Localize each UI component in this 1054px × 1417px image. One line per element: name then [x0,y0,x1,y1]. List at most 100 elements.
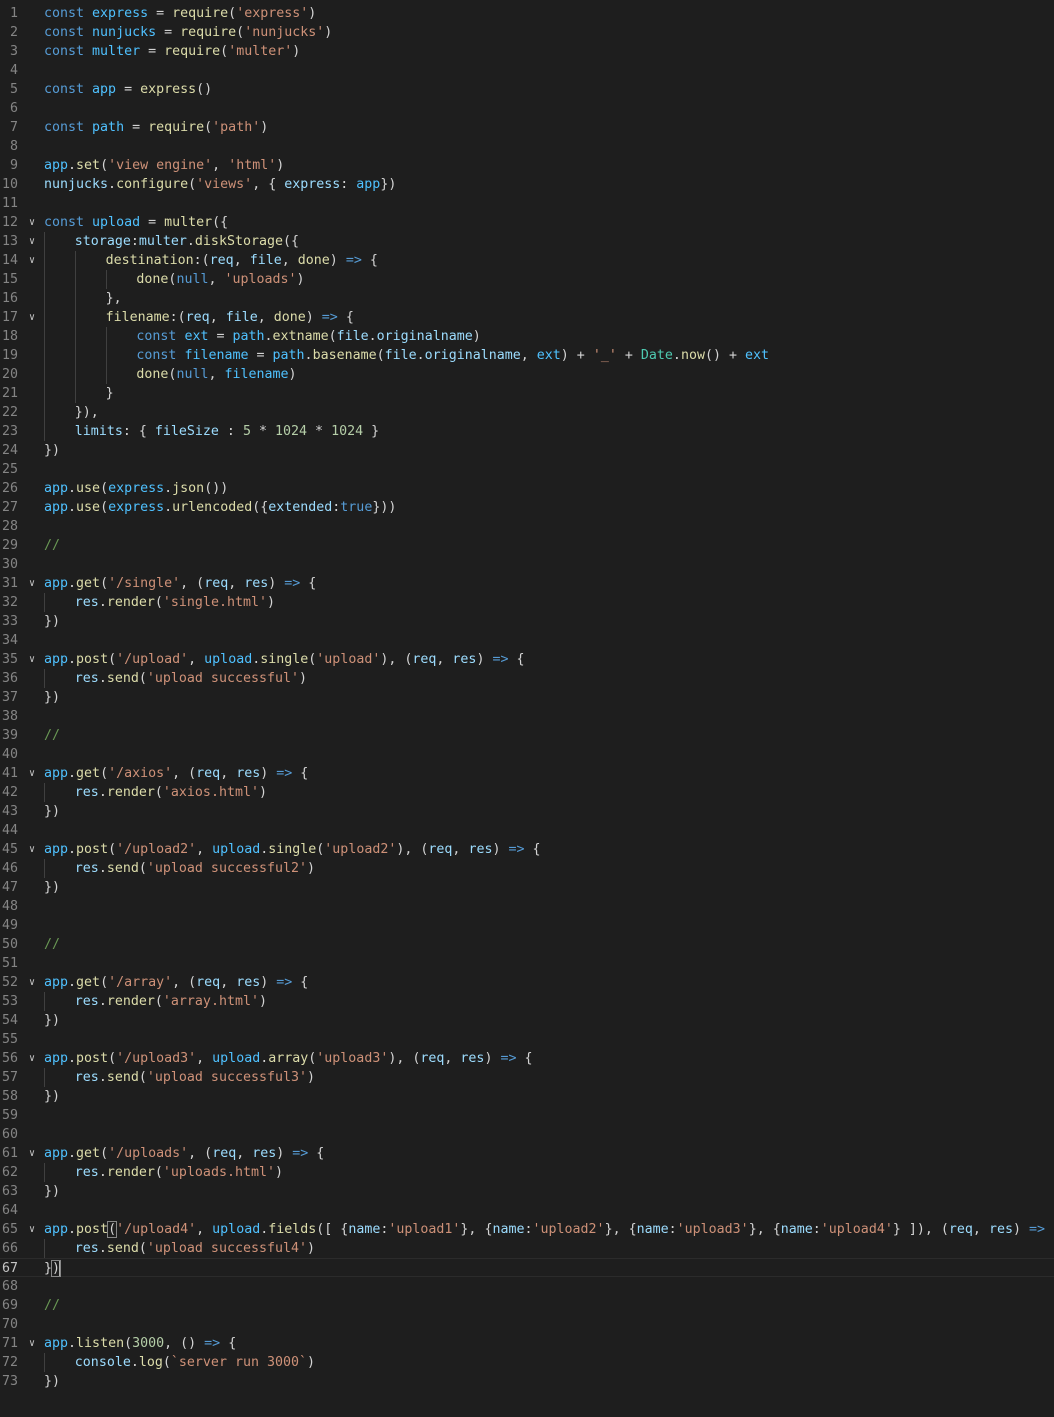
line-number: 49 [1,918,18,933]
code-line[interactable]: 34 [0,631,1054,650]
code-token: app [44,500,69,515]
code-line[interactable]: 37}) [0,688,1054,707]
code-line[interactable]: 50 // [0,935,1054,954]
code-line[interactable]: 7 const path = require('path') [0,118,1054,137]
code-line[interactable]: 16}, [0,289,1054,308]
code-line[interactable]: 73}) [0,1372,1054,1391]
code-line[interactable]: 13 ∨ storage:multer.diskStorage({ [0,232,1054,251]
code-line[interactable]: 47}) [0,878,1054,897]
code-line[interactable]: 72 console.log(`server run 3000`) [0,1353,1054,1372]
code-line[interactable]: 18 const ext = path.extname(file.original… [0,327,1054,346]
code-line[interactable]: 59 [0,1106,1054,1125]
code-line[interactable]: 11 [0,194,1054,213]
code-token: , ( [172,766,197,781]
code-token: : [668,1222,677,1237]
code-line[interactable]: 60 [0,1125,1054,1144]
code-line[interactable]: 24}) [0,441,1054,460]
code-line[interactable]: 66 res.send('upload successful4') [0,1239,1054,1258]
chevron-down-icon[interactable]: ∨ [25,840,39,859]
chevron-down-icon[interactable]: ∨ [25,232,39,251]
code-line[interactable]: 12 ∨ const upload = multer({ [0,213,1054,232]
code-line[interactable]: 35 ∨ app.post('/upload', upload.single('up… [0,650,1054,669]
code-line[interactable]: 20 done(null, filename) [0,365,1054,384]
code-line[interactable]: 69 // [0,1296,1054,1315]
code-line[interactable]: 4 [0,61,1054,80]
code-line[interactable]: 68 [0,1277,1054,1296]
code-line[interactable]: 52 ∨ app.get('/array', (req, res) => { [0,973,1054,992]
code-token: storage [74,234,131,249]
chevron-down-icon[interactable]: ∨ [25,251,39,270]
code-token: 'html' [228,158,277,173]
code-line[interactable]: 67}) [0,1258,1054,1277]
chevron-down-icon[interactable]: ∨ [25,308,39,327]
code-line[interactable]: 43}) [0,802,1054,821]
code-line[interactable]: 56 ∨ app.post('/upload3', upload.array('up… [0,1049,1054,1068]
code-line[interactable]: 42 res.render('axios.html') [0,783,1054,802]
code-line[interactable]: 6 [0,99,1054,118]
code-line[interactable]: 55 [0,1030,1054,1049]
code-line[interactable]: 27 app.use(express.urlencoded({extended:t… [0,498,1054,517]
code-line[interactable]: 1 const express = require('express') [0,4,1054,23]
code-line[interactable]: 53 res.render('array.html') [0,992,1054,1011]
code-line[interactable]: 32 res.render('single.html') [0,593,1054,612]
code-token: => [276,766,293,781]
line-number: 26 [1,481,18,496]
code-line[interactable]: 41 ∨ app.get('/axios', (req, res) => { [0,764,1054,783]
chevron-down-icon[interactable]: ∨ [25,1220,39,1239]
indent-guide [74,365,76,384]
code-line[interactable]: 9 app.set('view engine', 'html') [0,156,1054,175]
code-line[interactable]: 44 [0,821,1054,840]
code-line[interactable]: 28 [0,517,1054,536]
code-line[interactable]: 31 ∨ app.get('/single', (req, res) => { [0,574,1054,593]
chevron-down-icon[interactable]: ∨ [25,973,39,992]
code-line[interactable]: 30 [0,555,1054,574]
code-line[interactable]: 19 const filename = path.basename(file.or… [0,346,1054,365]
code-line[interactable]: 38 [0,707,1054,726]
code-line[interactable]: 65 ∨ app.post('/upload4', upload.fields([ … [0,1220,1054,1239]
chevron-down-icon[interactable]: ∨ [25,1049,39,1068]
code-line[interactable]: 23 limits: { fileSize : 5 * 1024 * 1024 } [0,422,1054,441]
chevron-down-icon[interactable]: ∨ [25,1334,39,1353]
code-line[interactable]: 3 const multer = require('multer') [0,42,1054,61]
code-token: ) [324,25,333,40]
code-line[interactable]: 70 [0,1315,1054,1334]
code-line[interactable]: 22}), [0,403,1054,422]
code-editor[interactable]: 1 const express = require('express') 2 cons… [0,0,1054,1417]
code-line[interactable]: 5 const app = express() [0,80,1054,99]
chevron-down-icon[interactable]: ∨ [25,574,39,593]
code-line[interactable]: 51 [0,954,1054,973]
code-line[interactable]: 54}) [0,1011,1054,1030]
code-token: 'array.html' [162,994,259,1009]
code-line[interactable]: 10 nunjucks.configure('views', { express:… [0,175,1054,194]
chevron-down-icon[interactable]: ∨ [25,213,39,232]
code-line[interactable]: 61 ∨ app.get('/uploads', (req, res) => { [0,1144,1054,1163]
chevron-down-icon[interactable]: ∨ [25,1144,39,1163]
code-line[interactable]: 21} [0,384,1054,403]
code-line[interactable]: 40 [0,745,1054,764]
code-line[interactable]: 49 [0,916,1054,935]
indent-guide [44,422,45,441]
code-line[interactable]: 64 [0,1201,1054,1220]
code-line[interactable]: 14 ∨ destination:(req, file, done) => { [0,251,1054,270]
code-line[interactable]: 63}) [0,1182,1054,1201]
line-number: 55 [1,1032,18,1047]
code-line[interactable]: 39 // [0,726,1054,745]
chevron-down-icon[interactable]: ∨ [25,764,39,783]
code-line[interactable]: 58}) [0,1087,1054,1106]
code-line[interactable]: 33}) [0,612,1054,631]
chevron-down-icon[interactable]: ∨ [25,650,39,669]
code-line[interactable]: 48 [0,897,1054,916]
code-line[interactable]: 57 res.send('upload successful3') [0,1068,1054,1087]
code-line[interactable]: 25 [0,460,1054,479]
code-line[interactable]: 15 done(null, 'uploads') [0,270,1054,289]
code-line[interactable]: 17 ∨ filename:(req, file, done) => { [0,308,1054,327]
code-line[interactable]: 2 const nunjucks = require('nunjucks') [0,23,1054,42]
code-line[interactable]: 8 [0,137,1054,156]
code-line[interactable]: 26 app.use(express.json()) [0,479,1054,498]
code-line[interactable]: 46 res.send('upload successful2') [0,859,1054,878]
code-line[interactable]: 36 res.send('upload successful') [0,669,1054,688]
code-line[interactable]: 71 ∨ app.listen(3000, () => { [0,1334,1054,1353]
code-line[interactable]: 45 ∨ app.post('/upload2', upload.single('u… [0,840,1054,859]
code-line[interactable]: 29 // [0,536,1054,555]
code-line[interactable]: 62 res.render('uploads.html') [0,1163,1054,1182]
